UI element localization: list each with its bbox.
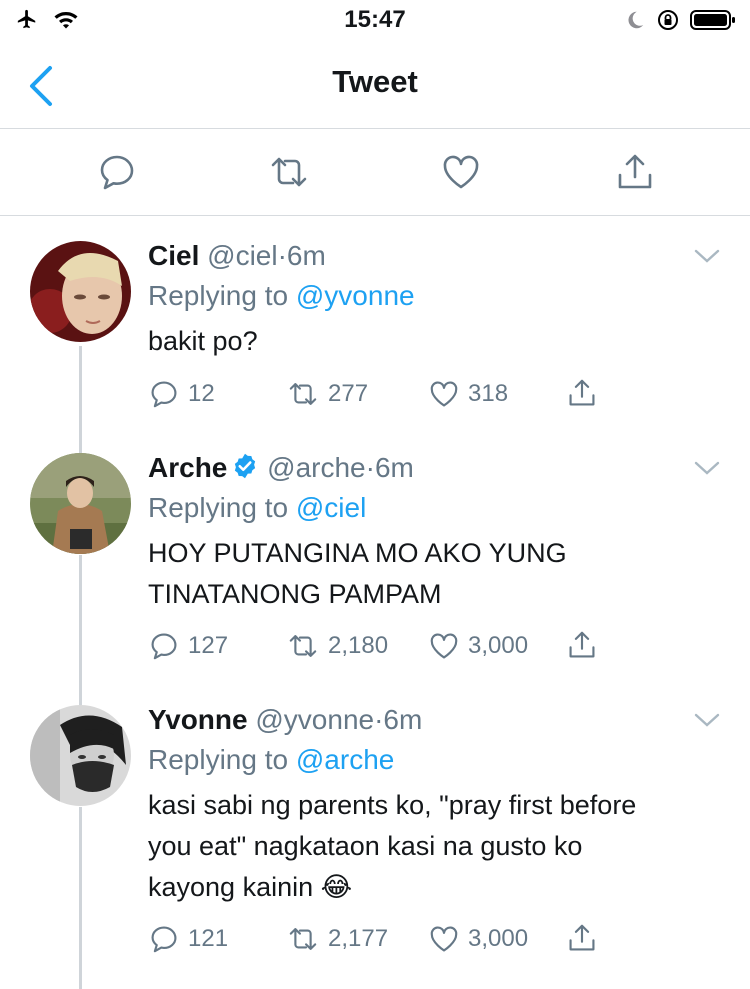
replying-to: Replying to @ciel xyxy=(148,492,366,524)
thread-line xyxy=(79,448,82,453)
status-right xyxy=(624,8,736,32)
like-button[interactable]: 3,000 xyxy=(428,923,528,955)
tweet-header: Ciel @ciel·6m xyxy=(148,240,326,272)
display-name[interactable]: Arche xyxy=(148,452,227,483)
mention-link[interactable]: @yvonne xyxy=(296,280,415,311)
reply-button[interactable]: 121 xyxy=(148,923,228,955)
retweet-button[interactable]: 2,177 xyxy=(286,923,388,955)
share-icon xyxy=(569,924,595,951)
separator-dot: · xyxy=(277,240,287,271)
reply-icon xyxy=(151,926,177,953)
avatar[interactable] xyxy=(30,705,131,806)
replying-to: Replying to @arche xyxy=(148,744,394,776)
retweet-count: 2,180 xyxy=(328,632,389,659)
tweet-text-line: kayong kainin 😂 xyxy=(148,867,728,908)
like-count: 3,000 xyxy=(468,925,529,952)
share-icon[interactable] xyxy=(614,151,656,193)
separator-dot: · xyxy=(365,452,375,483)
main-tweet-actions xyxy=(0,129,750,216)
tweet-text-line: you eat" nagkataon kasi na gusto ko xyxy=(148,831,583,861)
retweet-button[interactable]: 2,180 xyxy=(286,630,388,662)
tweet-text: bakit po? xyxy=(148,326,258,356)
retweet-icon xyxy=(289,928,317,950)
thread-line xyxy=(79,346,82,448)
reply-icon xyxy=(151,633,177,660)
orientation-lock-icon xyxy=(658,10,678,30)
retweet-icon[interactable] xyxy=(268,151,310,193)
tweet-text-line: kasi sabi ng parents ko, "pray first bef… xyxy=(148,790,637,820)
share-button[interactable] xyxy=(566,376,598,410)
reply-icon[interactable] xyxy=(96,151,138,193)
reply-button[interactable]: 12 xyxy=(148,378,215,410)
reply-tweet[interactable]: Yvonne @yvonne·6m Replying to @arche kas… xyxy=(0,701,750,989)
share-icon xyxy=(569,379,595,406)
display-name[interactable]: Yvonne xyxy=(148,704,248,735)
share-button[interactable] xyxy=(566,628,598,662)
reply-count: 127 xyxy=(188,632,229,659)
reply-count: 12 xyxy=(188,380,215,407)
user-handle[interactable]: @ciel xyxy=(207,240,277,271)
avatar[interactable] xyxy=(30,241,131,342)
like-count: 3,000 xyxy=(468,632,529,659)
timestamp: 6m xyxy=(383,704,423,735)
battery-icon xyxy=(690,10,735,30)
nav-bar: Tweet xyxy=(0,40,750,129)
retweet-count: 2,177 xyxy=(328,925,389,952)
like-icon xyxy=(430,633,458,659)
retweet-button[interactable]: 277 xyxy=(286,378,368,410)
moon-icon xyxy=(628,11,644,29)
chevron-down-icon[interactable] xyxy=(694,712,720,728)
retweet-icon xyxy=(289,635,317,657)
page-title: Tweet xyxy=(332,64,418,99)
like-icon[interactable] xyxy=(440,151,482,193)
laughing-emoji: 😂 xyxy=(320,872,353,902)
replying-to: Replying to @yvonne xyxy=(148,280,415,312)
avatar[interactable] xyxy=(30,453,131,554)
replying-to-label: Replying to xyxy=(148,744,289,775)
like-button[interactable]: 318 xyxy=(428,378,508,410)
user-handle[interactable]: @yvonne xyxy=(255,704,374,735)
reply-count: 121 xyxy=(188,925,229,952)
retweet-icon xyxy=(289,383,317,405)
chevron-down-icon[interactable] xyxy=(694,460,720,476)
reply-button[interactable]: 127 xyxy=(148,630,228,662)
like-icon xyxy=(430,381,458,407)
tweet-header: Yvonne @yvonne·6m xyxy=(148,704,422,736)
tweet-text-line: TINATANONG PAMPAM xyxy=(148,579,442,609)
user-handle[interactable]: @arche xyxy=(267,452,365,483)
reply-tweet[interactable]: Ciel @ciel·6m Replying to @yvonne bakit … xyxy=(0,216,750,448)
tweet-text: HOY PUTANGINA MO AKO YUNG TINATANONG PAM… xyxy=(148,533,728,615)
timestamp: 6m xyxy=(286,240,326,271)
reply-icon xyxy=(151,381,177,408)
tweet-text-segment: kayong kainin xyxy=(148,872,314,902)
like-count: 318 xyxy=(468,380,509,407)
tweet-text: kasi sabi ng parents ko, "pray first bef… xyxy=(148,785,728,908)
thread-line xyxy=(79,555,82,701)
chevron-down-icon[interactable] xyxy=(694,248,720,264)
replying-to-label: Replying to xyxy=(148,280,289,311)
share-icon xyxy=(569,631,595,658)
mention-link[interactable]: @arche xyxy=(296,744,394,775)
share-button[interactable] xyxy=(566,921,598,955)
tweet-text-line: HOY PUTANGINA MO AKO YUNG xyxy=(148,538,567,568)
status-bar: 15:47 xyxy=(0,0,750,40)
mention-link[interactable]: @ciel xyxy=(296,492,366,523)
thread-line xyxy=(79,701,82,705)
display-name[interactable]: Ciel xyxy=(148,240,199,271)
retweet-count: 277 xyxy=(328,380,369,407)
timestamp: 6m xyxy=(374,452,414,483)
thread-line xyxy=(79,807,82,989)
verified-badge-icon xyxy=(235,453,256,479)
tweet-header: Arche @arche·6m xyxy=(148,452,414,484)
reply-tweet[interactable]: Arche @arche·6m Replying to @ciel HOY PU… xyxy=(0,448,750,701)
like-icon xyxy=(430,926,458,952)
replying-to-label: Replying to xyxy=(148,492,289,523)
like-button[interactable]: 3,000 xyxy=(428,630,528,662)
